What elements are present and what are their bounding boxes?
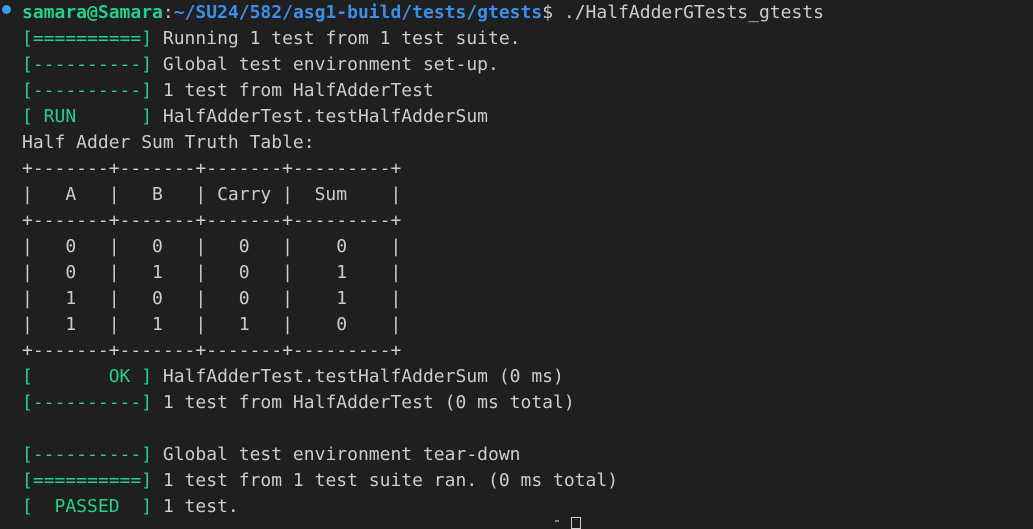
output-tag: [----------] xyxy=(22,80,153,101)
output-text: Running 1 test from 1 test suite. xyxy=(152,28,521,49)
output-line: [----------] 1 test from HalfAdderTest (… xyxy=(22,390,575,416)
output-text: Half Adder Sum Truth Table: xyxy=(22,132,315,153)
output-text: 1 test from 1 test suite ran. (0 ms tota… xyxy=(152,470,619,491)
output-text: +-------+-------+-------+---------+ xyxy=(22,210,402,231)
output-text: 1 test from HalfAdderTest (0 ms total) xyxy=(152,392,575,413)
output-text: | 0 | 0 | 0 | 0 | xyxy=(22,236,402,257)
output-line: [----------] 1 test from HalfAdderTest xyxy=(22,78,434,104)
tick-mark xyxy=(555,520,559,522)
terminal-window[interactable]: samara@Samara:~/SU24/582/asg1-build/test… xyxy=(0,0,1033,529)
prompt-symbol: $ xyxy=(542,2,554,23)
status-dot-icon xyxy=(2,5,11,14)
output-tag: [----------] xyxy=(22,392,153,413)
output-line: [----------] Global test environment tea… xyxy=(22,442,521,468)
output-text: | 0 | 1 | 0 | 1 | xyxy=(22,262,402,283)
table-row: | 1 | 1 | 1 | 0 | xyxy=(22,312,401,338)
output-text: | 1 | 0 | 0 | 1 | xyxy=(22,288,402,309)
prompt-line: samara@Samara:~/SU24/582/asg1-build/test… xyxy=(22,0,824,26)
output-text: | A | B | Carry | Sum | xyxy=(22,184,402,205)
output-text: Global test environment tear-down xyxy=(152,444,521,465)
table-row: | 0 | 0 | 0 | 0 | xyxy=(22,234,401,260)
table-row: | 1 | 0 | 0 | 1 | xyxy=(22,286,401,312)
output-tag: [ PASSED ] xyxy=(22,496,153,517)
output-tag: [----------] xyxy=(22,444,153,465)
prompt-command: ./HalfAdderGTests_gtests xyxy=(553,2,824,23)
output-line: [ RUN ] HalfAdderTest.testHalfAdderSum xyxy=(22,104,488,130)
output-line: [==========] Running 1 test from 1 test … xyxy=(22,26,521,52)
output-line: [==========] 1 test from 1 test suite ra… xyxy=(22,468,618,494)
prompt-separator: : xyxy=(162,2,174,23)
prompt-path: ~/SU24/582/asg1-build/tests/gtests xyxy=(173,2,543,23)
output-tag: [ RUN ] xyxy=(22,106,153,127)
output-text: HalfAdderTest.testHalfAdderSum (0 ms) xyxy=(152,366,564,387)
table-border: +-------+-------+-------+---------+ xyxy=(22,156,401,182)
output-text: Global test environment set-up. xyxy=(152,54,499,75)
output-text: +-------+-------+-------+---------+ xyxy=(22,340,402,361)
output-line: [----------] Global test environment set… xyxy=(22,52,499,78)
output-line: [ PASSED ] 1 test. xyxy=(22,494,239,520)
output-line: [ OK ] HalfAdderTest.testHalfAdderSum (0… xyxy=(22,364,564,390)
truth-table-title: Half Adder Sum Truth Table: xyxy=(22,130,315,156)
prompt-user-host: samara@Samara xyxy=(22,2,163,23)
table-row: | 0 | 1 | 0 | 1 | xyxy=(22,260,401,286)
table-border: +-------+-------+-------+---------+ xyxy=(22,338,401,364)
output-text: 1 test from HalfAdderTest xyxy=(152,80,434,101)
output-tag: [==========] xyxy=(22,28,153,49)
output-text: | 1 | 1 | 1 | 0 | xyxy=(22,314,402,335)
output-text: HalfAdderTest.testHalfAdderSum xyxy=(152,106,488,127)
output-tag: [ OK ] xyxy=(22,366,153,387)
terminal-cursor[interactable] xyxy=(571,517,581,529)
table-border: +-------+-------+-------+---------+ xyxy=(22,208,401,234)
output-text: 1 test. xyxy=(152,496,239,517)
output-tag: [==========] xyxy=(22,470,153,491)
output-text: +-------+-------+-------+---------+ xyxy=(22,158,402,179)
output-tag: [----------] xyxy=(22,54,153,75)
table-header-row: | A | B | Carry | Sum | xyxy=(22,182,401,208)
